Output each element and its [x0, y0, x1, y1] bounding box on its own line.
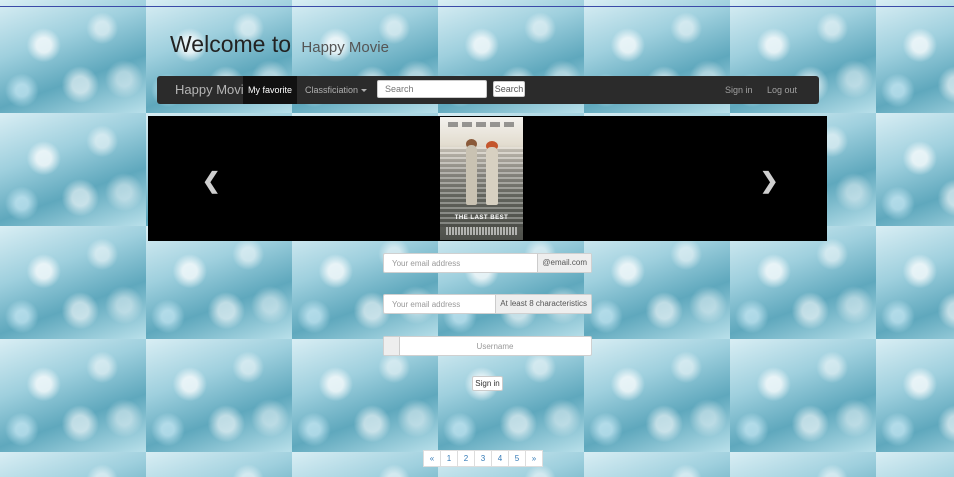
page-subtitle: Happy Movie	[301, 39, 389, 56]
pagination-page-4[interactable]: 4	[491, 450, 509, 467]
poster-credits-top	[448, 122, 515, 127]
navbar: Happy Movie My favorite Classficiation S…	[157, 76, 819, 104]
pagination-page-1[interactable]: 1	[440, 450, 458, 467]
pagination-page-2[interactable]: 2	[457, 450, 475, 467]
nav-item-my-favorite[interactable]: My favorite	[243, 76, 297, 104]
sign-in-button[interactable]: Sign in	[472, 376, 503, 391]
email-placeholder: Your email address	[392, 259, 461, 268]
pagination-page-3[interactable]: 3	[474, 450, 492, 467]
nav-sign-in-link[interactable]: Sign in	[725, 76, 753, 104]
password-addon: At least 8 characteristics	[495, 295, 591, 313]
username-field[interactable]: Username	[383, 336, 592, 356]
poster-credits	[446, 227, 517, 235]
movie-carousel: ❮ THE LAST BEST ❯	[148, 116, 827, 241]
poster-title: THE LAST BEST	[454, 215, 509, 221]
nav-item-classification[interactable]: Classficiation	[305, 76, 368, 104]
username-checkbox[interactable]	[384, 337, 400, 355]
nav-item-classification-label: Classficiation	[305, 85, 359, 95]
username-placeholder: Username	[476, 342, 514, 351]
password-field[interactable]: Your email address At least 8 characteri…	[383, 294, 592, 314]
top-border	[0, 6, 954, 7]
search-input[interactable]	[377, 80, 487, 98]
password-placeholder: Your email address	[392, 300, 461, 309]
page-title: Welcome to Happy Movie	[170, 31, 389, 58]
page-title-text: Welcome to	[170, 31, 292, 57]
pagination-page-5[interactable]: 5	[508, 450, 526, 467]
email-addon: @email.com	[537, 254, 591, 272]
pagination-next[interactable]: »	[525, 450, 543, 467]
poster-figure	[486, 147, 498, 205]
navbar-brand[interactable]: Happy Movie	[175, 82, 251, 97]
nav-log-out-link[interactable]: Log out	[767, 76, 797, 104]
movie-poster[interactable]: THE LAST BEST	[440, 117, 523, 240]
poster-figure	[466, 145, 477, 205]
pagination: « 1 2 3 4 5 »	[423, 450, 543, 467]
chevron-left-icon[interactable]: ❮	[202, 168, 220, 194]
pagination-prev[interactable]: «	[423, 450, 441, 467]
chevron-right-icon[interactable]: ❯	[760, 168, 778, 194]
email-field[interactable]: Your email address @email.com	[383, 253, 592, 273]
caret-down-icon	[361, 89, 368, 93]
search-button[interactable]: Search	[493, 81, 525, 97]
